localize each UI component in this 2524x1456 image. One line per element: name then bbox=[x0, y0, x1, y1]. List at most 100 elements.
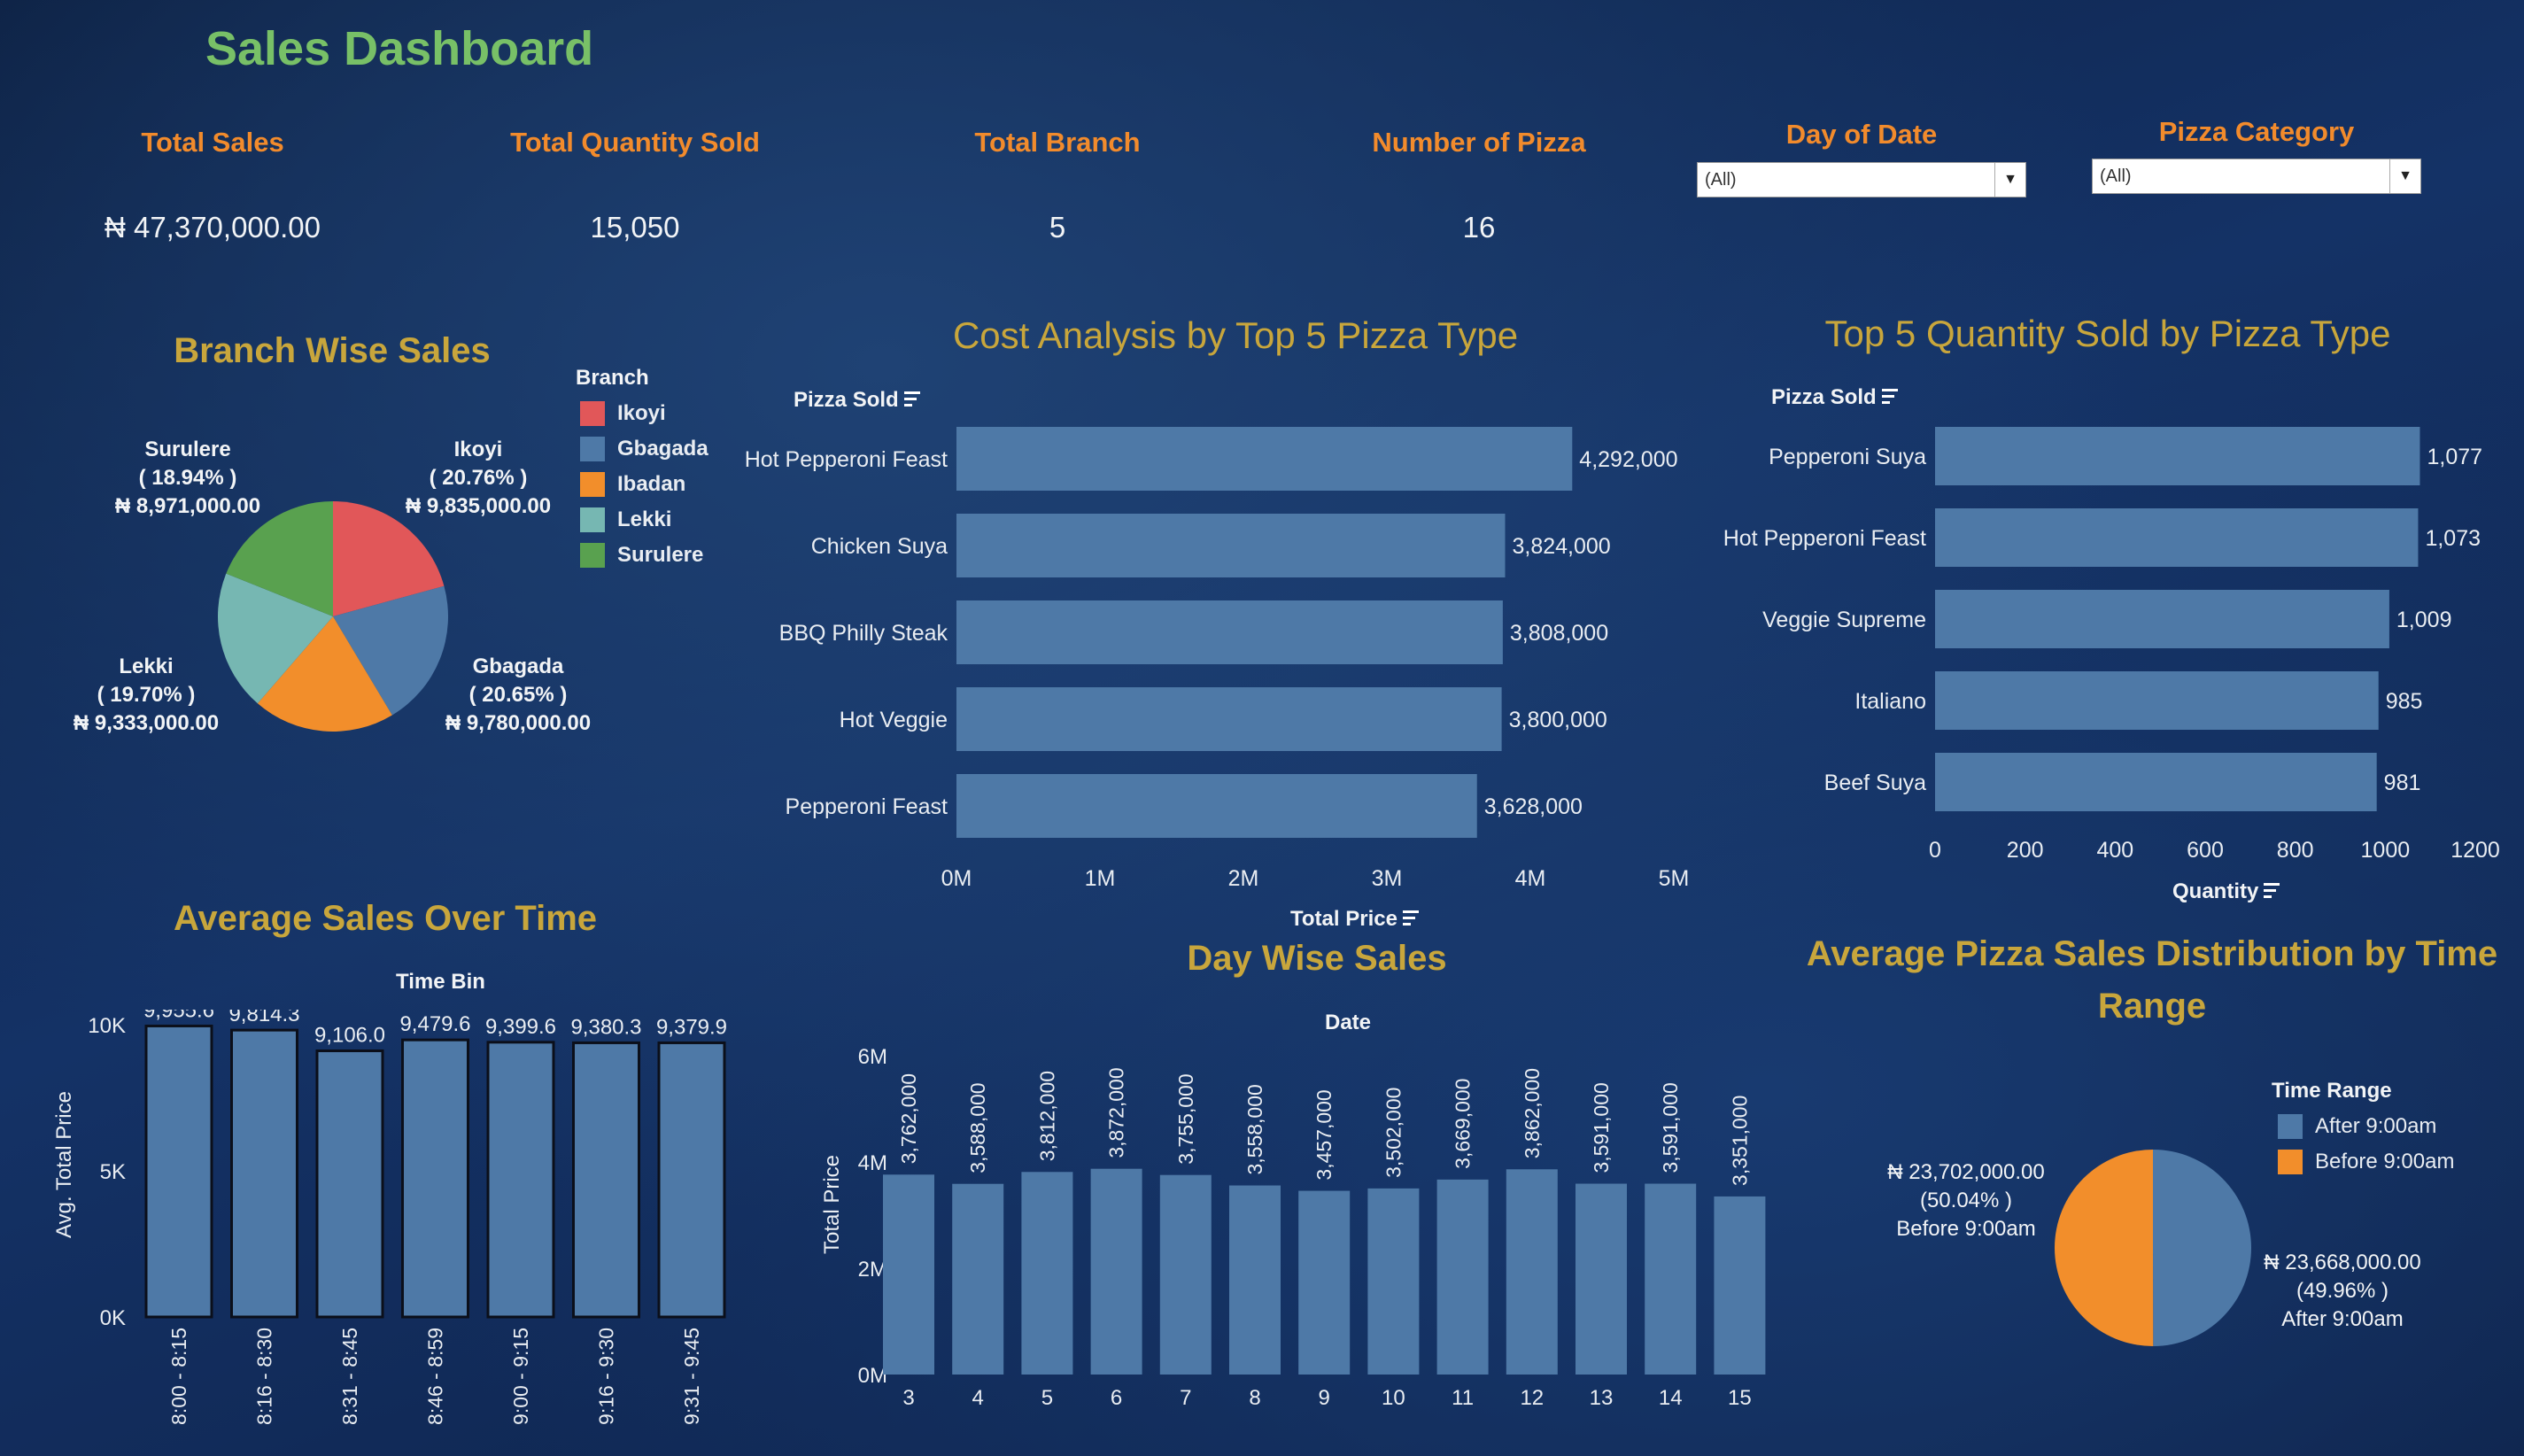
bar bbox=[956, 514, 1506, 577]
bar bbox=[572, 1041, 640, 1319]
avg-sales-chart: Avg. Total Price 10K 5K 0K 9,955.6 8:00 - 8:1… bbox=[52, 1010, 727, 1425]
axis-tick-label: 14 bbox=[1659, 1386, 1683, 1410]
kpi-total-sales-label: Total Sales bbox=[141, 127, 284, 158]
axis-tick-label: 7 bbox=[1180, 1386, 1191, 1410]
bar-value-label: 9,379.9 bbox=[656, 1015, 727, 1039]
legend-label: Ikoyi bbox=[617, 401, 666, 425]
quantity-sold-chart: Pepperoni Suya 1,077 Hot Pepperoni Feast 1,… bbox=[1723, 427, 2500, 863]
chevron-down-icon[interactable]: ▼ bbox=[1994, 163, 2025, 197]
axis-tick-label: 400 bbox=[2096, 838, 2133, 863]
bar-value-label: 9,380.3 bbox=[570, 1015, 641, 1039]
bar-category-label: Hot Pepperoni Feast bbox=[745, 447, 948, 472]
chevron-down-icon[interactable]: ▼ bbox=[2389, 159, 2420, 193]
pizza-category-dropdown[interactable]: (All) ▼ bbox=[2092, 159, 2421, 194]
bar-value-label: 981 bbox=[2384, 771, 2421, 795]
axis-tick-label: 12 bbox=[1520, 1386, 1544, 1410]
bar bbox=[1935, 508, 2419, 567]
bar bbox=[956, 427, 1573, 491]
bar-value-label: 3,812,000 bbox=[1035, 1071, 1058, 1161]
axis-tick-label: 0K bbox=[100, 1306, 126, 1330]
day-wise-x-title: Date bbox=[1325, 1011, 1372, 1034]
axis-tick-label: 9:31 - 9:45 bbox=[680, 1328, 703, 1425]
legend-item-ibadan[interactable]: Ibadan bbox=[580, 467, 708, 502]
bar bbox=[1021, 1172, 1073, 1375]
legend-item-lekki[interactable]: Lekki bbox=[580, 502, 708, 538]
bar bbox=[956, 600, 1503, 664]
bar-category-label: Chicken Suya bbox=[811, 534, 948, 559]
axis-tick-label: 8 bbox=[1249, 1386, 1260, 1410]
bar-value-label: 3,824,000 bbox=[1512, 534, 1610, 559]
legend-label: After 9:00am bbox=[2315, 1114, 2437, 1138]
axis-tick-label: 3M bbox=[1372, 866, 1403, 891]
y-axis-title: Total Price bbox=[820, 1155, 844, 1254]
bar-value-label: 3,800,000 bbox=[1509, 708, 1607, 732]
bar bbox=[1935, 427, 2420, 485]
sort-icon[interactable] bbox=[2264, 883, 2280, 902]
bar-value-label: 3,351,000 bbox=[1728, 1096, 1751, 1186]
pie-label-lekki: Lekki( 19.70% ) ₦ 9,333,000.00 bbox=[73, 654, 220, 735]
bar bbox=[1367, 1188, 1420, 1375]
day-wise-title: Day Wise Sales bbox=[1187, 939, 1447, 978]
legend-swatch bbox=[2278, 1114, 2303, 1139]
legend-item-gbagada[interactable]: Gbagada bbox=[580, 431, 708, 467]
legend-item-after-9[interactable]: After 9:00am bbox=[2278, 1109, 2454, 1144]
bar bbox=[401, 1038, 469, 1319]
axis-tick-label: 4M bbox=[1515, 866, 1546, 891]
legend-swatch bbox=[580, 507, 605, 532]
bar bbox=[1229, 1185, 1281, 1375]
bar bbox=[883, 1174, 934, 1375]
axis-tick-label: 1M bbox=[1085, 866, 1116, 891]
axis-tick-label: 8:31 - 8:45 bbox=[338, 1328, 361, 1425]
bar-value-label: 4,292,000 bbox=[1579, 447, 1677, 472]
legend-label: Ibadan bbox=[617, 472, 686, 496]
time-range-pie-chart[interactable] bbox=[2054, 1149, 2252, 1347]
axis-tick-label: 200 bbox=[2007, 838, 2044, 863]
legend-label: Before 9:00am bbox=[2315, 1150, 2455, 1173]
bar bbox=[230, 1028, 298, 1319]
pie-slice-before-9-00am[interactable] bbox=[2054, 1150, 2154, 1346]
bar-value-label: 9,955.6 bbox=[143, 1010, 214, 1022]
bar-value-label: 3,755,000 bbox=[1174, 1073, 1197, 1164]
day-of-date-label: Day of Date bbox=[1785, 119, 1938, 150]
bar-value-label: 1,009 bbox=[2396, 608, 2452, 632]
bar-value-label: 3,588,000 bbox=[966, 1082, 989, 1173]
bar bbox=[486, 1041, 555, 1319]
axis-tick-label: 6M bbox=[858, 1045, 887, 1069]
pie-label-gbagada: Gbagada( 20.65% ) ₦ 9,780,000.00 bbox=[445, 654, 592, 735]
kpi-number-pizza-value: 16 bbox=[1462, 211, 1496, 244]
pie-label-before-9: ₦ 23,702,000.00 (50.04% ) Before 9:00am bbox=[1887, 1160, 2045, 1241]
pie-label-after-9: ₦ 23,668,000.00 (49.96% ) After 9:00am bbox=[2264, 1251, 2421, 1331]
branch-legend-title: Branch bbox=[576, 366, 649, 390]
axis-tick-label: 8:00 - 8:15 bbox=[167, 1328, 190, 1425]
axis-tick-label: 0M bbox=[858, 1364, 887, 1388]
kpi-total-branch-value: 5 bbox=[1049, 211, 1066, 244]
legend-item-ikoyi[interactable]: Ikoyi bbox=[580, 396, 708, 431]
bar-value-label: 3,862,000 bbox=[1521, 1068, 1544, 1158]
sort-icon[interactable] bbox=[903, 391, 920, 410]
axis-tick-label: 11 bbox=[1452, 1386, 1474, 1410]
branch-pie-chart[interactable] bbox=[217, 500, 449, 732]
sort-icon[interactable] bbox=[1402, 910, 1419, 929]
axis-tick-label: 15 bbox=[1728, 1386, 1752, 1410]
branch-wise-title: Branch Wise Sales bbox=[174, 331, 491, 370]
axis-tick-label: 800 bbox=[2277, 838, 2314, 863]
pie-slice-after-9-00am[interactable] bbox=[2153, 1150, 2251, 1346]
axis-tick-label: 10 bbox=[1382, 1386, 1405, 1410]
dashboard-title: Sales Dashboard bbox=[205, 22, 594, 75]
legend-item-surulere[interactable]: Surulere bbox=[580, 538, 708, 573]
legend-swatch bbox=[2278, 1150, 2303, 1174]
sort-icon[interactable] bbox=[1881, 389, 1898, 407]
bar-category-label: Hot Veggie bbox=[840, 708, 948, 732]
bar-value-label: 3,591,000 bbox=[1659, 1082, 1682, 1173]
pie-label-ikoyi: Ikoyi( 20.76% ) ₦ 9,835,000.00 bbox=[405, 438, 552, 518]
axis-tick-label: 600 bbox=[2187, 838, 2224, 863]
legend-item-before-9[interactable]: Before 9:00am bbox=[2278, 1144, 2454, 1180]
bar-value-label: 9,814.3 bbox=[228, 1010, 299, 1026]
day-of-date-dropdown[interactable]: (All) ▼ bbox=[1697, 162, 2026, 197]
bar-value-label: 9,106.0 bbox=[314, 1024, 385, 1048]
bar bbox=[1090, 1168, 1142, 1375]
pizza-category-label: Pizza Category bbox=[2158, 116, 2355, 147]
axis-tick-label: 5K bbox=[100, 1160, 126, 1184]
axis-tick-label: 1000 bbox=[2361, 838, 2411, 863]
bar bbox=[1935, 590, 2389, 648]
